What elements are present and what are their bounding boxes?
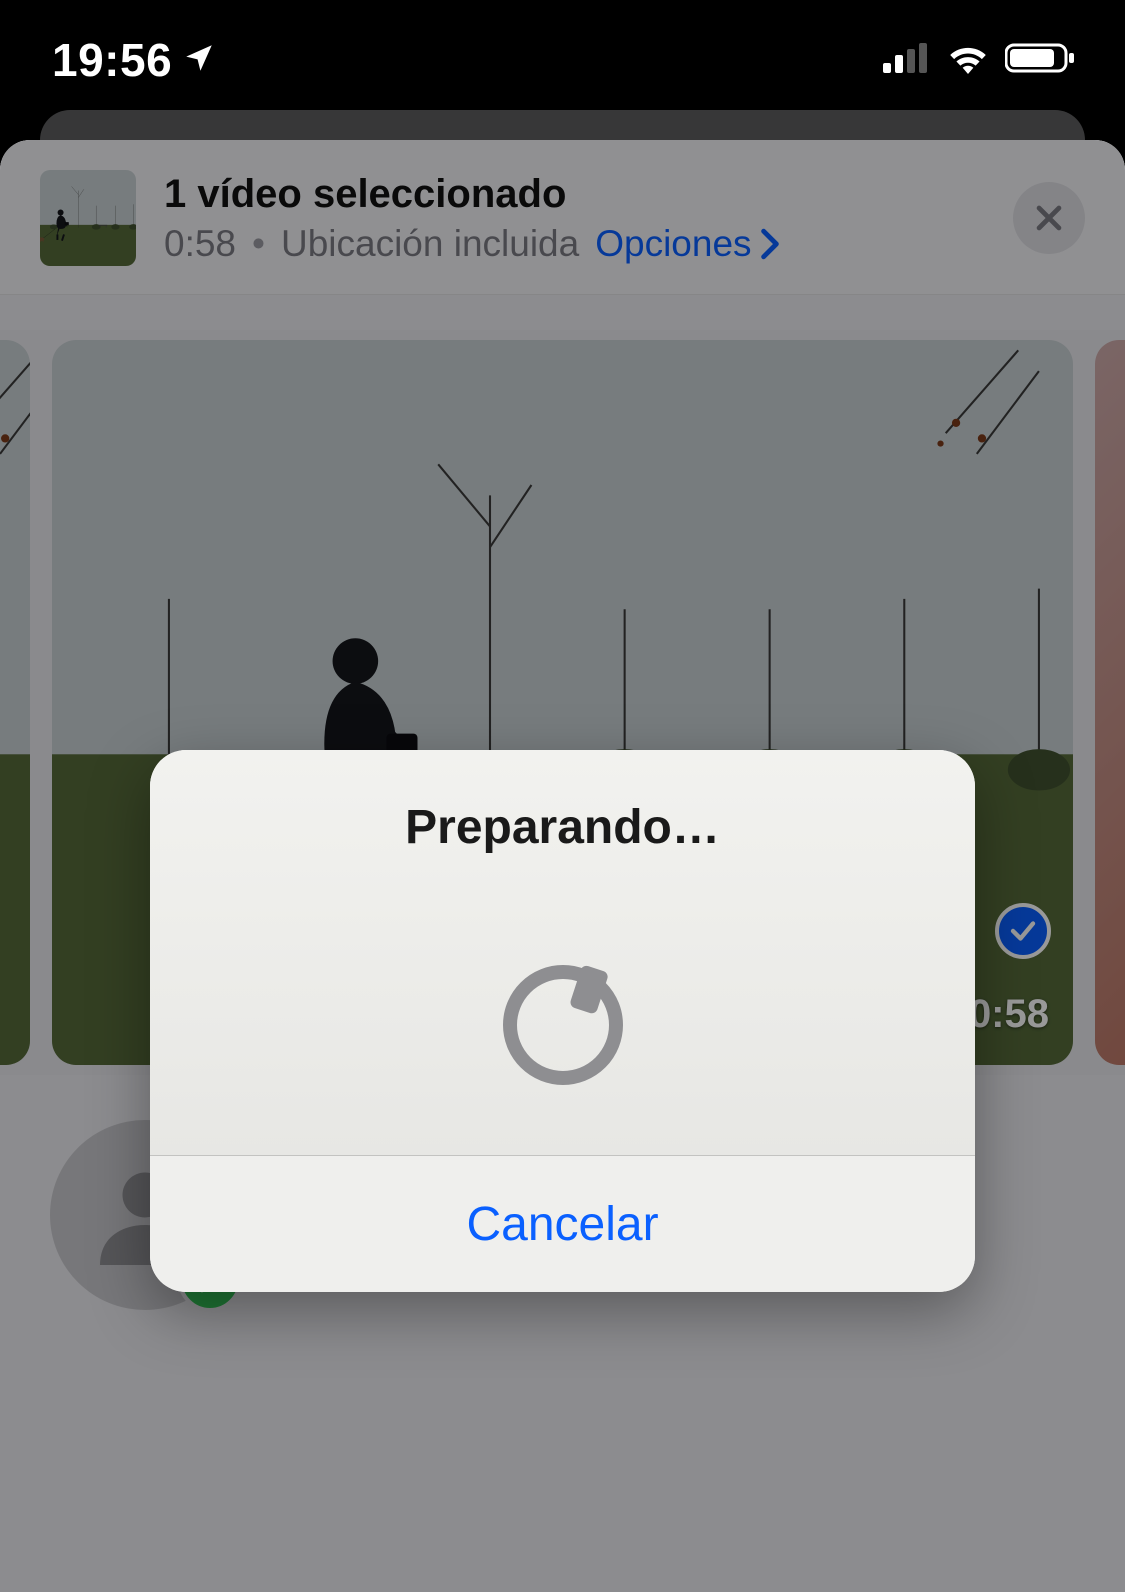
battery-icon — [1005, 42, 1077, 79]
location-services-icon — [182, 41, 216, 80]
preparing-alert: Preparando… Cancelar — [150, 750, 975, 1292]
cancel-label: Cancelar — [466, 1197, 658, 1252]
status-time: 19:56 — [52, 33, 172, 87]
cellular-icon — [883, 43, 931, 78]
alert-title: Preparando… — [405, 800, 720, 855]
wifi-icon — [945, 42, 991, 79]
status-bar: 19:56 — [0, 0, 1125, 120]
progress-spinner-icon — [503, 965, 623, 1085]
cancel-button[interactable]: Cancelar — [150, 1156, 975, 1292]
